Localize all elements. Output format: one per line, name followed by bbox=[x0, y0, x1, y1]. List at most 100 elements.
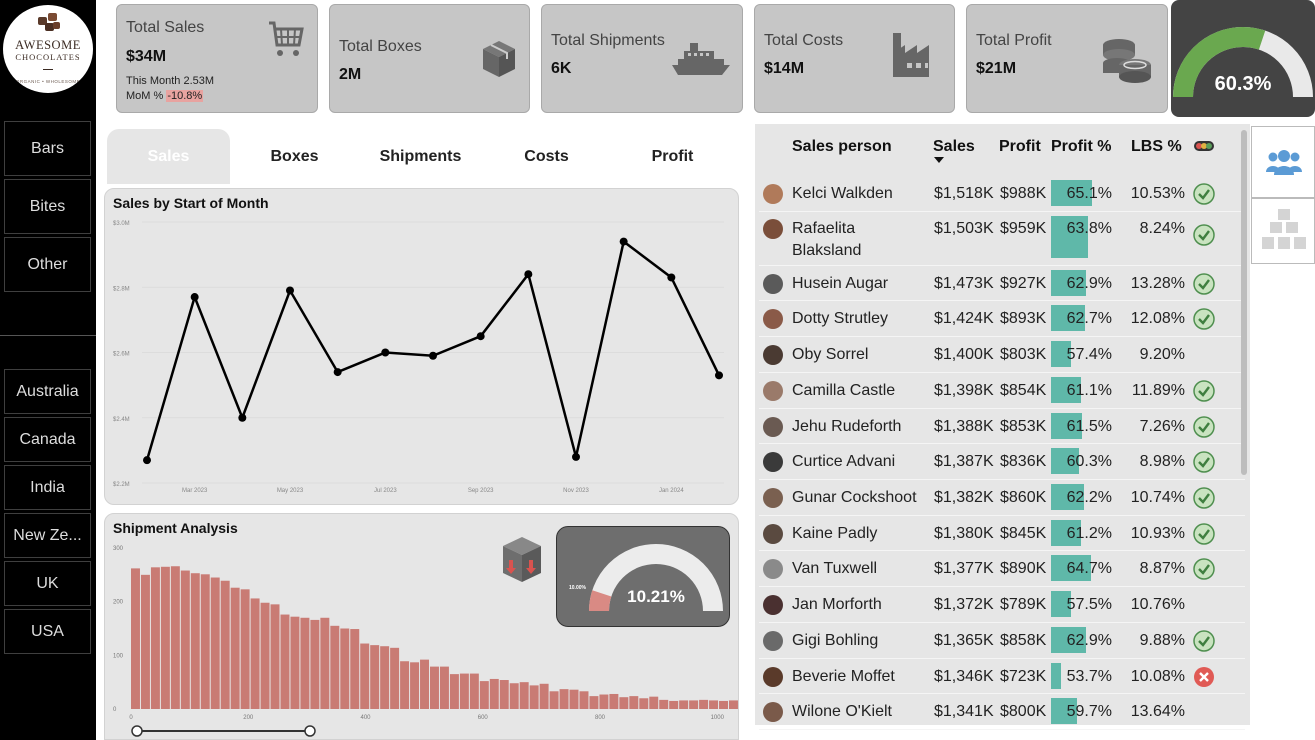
x-tick-label: Jan 2024 bbox=[659, 488, 684, 494]
profit-margin-gauge[interactable]: 60.3% bbox=[1171, 0, 1315, 117]
profit-pct-value: 61.5% bbox=[1066, 417, 1112, 435]
lbs-pct-value: 12.08% bbox=[1130, 310, 1185, 327]
view-products-button[interactable] bbox=[1251, 198, 1315, 264]
table-row[interactable]: Jan Morforth $1,372K $789K 57.5% 10.76% bbox=[759, 587, 1245, 623]
range-slider-handle[interactable] bbox=[131, 725, 143, 737]
histogram-bar bbox=[629, 696, 639, 709]
col-header-person[interactable]: Sales person bbox=[792, 138, 892, 156]
table-row[interactable]: Gunar Cockshoot $1,382K $860K 62.2% 10.74% bbox=[759, 480, 1245, 516]
table-row[interactable]: Wilone O'Kielt $1,341K $800K 59.7% 13.64% bbox=[759, 694, 1245, 730]
histogram-bar bbox=[200, 574, 210, 709]
filter-bars-button[interactable]: Bars bbox=[4, 121, 91, 176]
y-tick-label: $2.4M bbox=[113, 417, 130, 423]
sales-value: $1,424K bbox=[934, 310, 994, 327]
person-name: Camilla Castle bbox=[792, 382, 896, 399]
histogram-bar bbox=[729, 700, 738, 709]
filter-other-button[interactable]: Other bbox=[4, 237, 91, 292]
table-row[interactable]: Oby Sorrel $1,400K $803K 57.4% 9.20% bbox=[759, 337, 1245, 373]
view-people-button[interactable] bbox=[1251, 126, 1315, 198]
col-header-lbs-pct[interactable]: LBS % bbox=[1131, 138, 1182, 156]
filter-australia-button[interactable]: Australia bbox=[4, 369, 91, 414]
gauge-value: 10.21% bbox=[627, 587, 685, 606]
y-tick-label: $3.0M bbox=[113, 221, 130, 227]
filter-india-button[interactable]: India bbox=[4, 465, 91, 510]
kpi-month-label: This Month 2.53M bbox=[126, 75, 215, 87]
tab-profit[interactable]: Profit bbox=[611, 129, 734, 184]
filter-canada-button[interactable]: Canada bbox=[4, 417, 91, 462]
sales-by-month-panel: Sales by Start of Month $2.2M $2.4M $2.6M $… bbox=[104, 188, 739, 505]
lbs-pct-value: 7.26% bbox=[1139, 417, 1185, 435]
histogram-bar bbox=[170, 566, 180, 709]
histogram-bar bbox=[649, 696, 659, 709]
profit-value: $853K bbox=[1000, 417, 1047, 435]
y-tick-label: 300 bbox=[113, 546, 124, 552]
table-row[interactable]: Camilla Castle $1,398K $854K 61.1% 11.89% bbox=[759, 373, 1245, 409]
avatar bbox=[763, 666, 783, 687]
tab-sales[interactable]: Sales bbox=[107, 129, 230, 184]
data-point bbox=[238, 413, 247, 422]
boxes-stack-icon bbox=[1262, 209, 1306, 249]
filter-usa-button[interactable]: USA bbox=[4, 609, 91, 654]
range-slider-handle[interactable] bbox=[304, 725, 316, 737]
kpi-total-costs[interactable]: Total Costs $14M bbox=[754, 4, 955, 113]
table-row[interactable]: Kaine Padly $1,380K $845K 61.2% 10.93% bbox=[759, 516, 1245, 551]
profit-value: $890K bbox=[1000, 560, 1047, 577]
sort-desc-icon[interactable] bbox=[933, 156, 945, 164]
table-row[interactable]: Curtice Advani $1,387K $836K 60.3% 8.98% bbox=[759, 444, 1245, 480]
shipment-gauge-card[interactable]: 10.21% 10.00% bbox=[556, 526, 730, 627]
kpi-title: Total Boxes bbox=[339, 38, 422, 55]
col-header-profit-pct[interactable]: Profit % bbox=[1051, 138, 1111, 156]
filter-bites-button[interactable]: Bites bbox=[4, 179, 91, 234]
histogram-bar bbox=[589, 696, 599, 709]
histogram-bar bbox=[180, 570, 190, 709]
avatar bbox=[763, 702, 783, 722]
x-tick-label: Jul 2023 bbox=[374, 488, 397, 494]
filter-new-zealand-button[interactable]: New Ze... bbox=[4, 513, 91, 558]
check-circle-icon bbox=[1193, 380, 1215, 402]
sales-value: $1,346K bbox=[934, 667, 994, 685]
col-header-profit[interactable]: Profit bbox=[999, 138, 1041, 156]
kpi-title: Total Costs bbox=[764, 32, 844, 49]
histogram-bar bbox=[689, 700, 699, 709]
kpi-value: $34M bbox=[126, 48, 167, 65]
table-row[interactable]: Kelci Walkden $1,518K $988K 65.1% 10.53% bbox=[759, 176, 1245, 212]
profit-pct-value: 65.1% bbox=[1066, 185, 1112, 202]
histogram-bar bbox=[210, 577, 220, 709]
tab-shipments[interactable]: Shipments bbox=[359, 129, 482, 184]
check-circle-icon bbox=[1193, 451, 1215, 473]
histogram-bar bbox=[529, 685, 539, 709]
table-row[interactable]: Van Tuxwell $1,377K $890K 64.7% 8.87% bbox=[759, 551, 1245, 587]
person-name: Oby Sorrel bbox=[792, 346, 869, 363]
check-circle-icon bbox=[1193, 558, 1215, 580]
table-row[interactable]: Husein Augar $1,473K $927K 62.9% 13.28% bbox=[759, 266, 1245, 301]
kpi-total-profit[interactable]: Total Profit $21M bbox=[966, 4, 1168, 113]
profit-pct-value: 59.7% bbox=[1066, 703, 1112, 720]
lbs-pct-value: 11.89% bbox=[1131, 382, 1185, 399]
tab-boxes[interactable]: Boxes bbox=[233, 129, 356, 184]
histogram-bar bbox=[539, 683, 549, 709]
histogram-bar bbox=[599, 694, 609, 709]
filter-uk-button[interactable]: UK bbox=[4, 561, 91, 606]
table-row[interactable]: Rafaelita Blaksland $1,503K $959K 63.8% 8.24% bbox=[759, 212, 1245, 266]
histogram-bar bbox=[410, 662, 420, 709]
kpi-total-boxes[interactable]: Total Boxes 2M bbox=[329, 4, 530, 113]
person-name: Gunar Cockshoot bbox=[792, 489, 917, 506]
col-header-sales[interactable]: Sales bbox=[933, 138, 975, 156]
histogram-bar bbox=[280, 614, 290, 709]
table-row[interactable]: Dotty Strutley $1,424K $893K 62.7% 12.08% bbox=[759, 301, 1245, 337]
sales-value: $1,400K bbox=[934, 346, 994, 363]
histogram-bar bbox=[140, 574, 150, 709]
kpi-total-sales[interactable]: Total Sales $34M This Month 2.53M MoM % … bbox=[116, 4, 318, 113]
table-row[interactable]: Gigi Bohling $1,365K $858K 62.9% 9.88% bbox=[759, 623, 1245, 659]
kpi-value: $21M bbox=[976, 60, 1017, 77]
table-row[interactable]: Beverie Moffet $1,346K $723K 53.7% 10.08% bbox=[759, 659, 1245, 694]
table-row[interactable]: Jehu Rudeforth $1,388K $853K 61.5% 7.26% bbox=[759, 409, 1245, 444]
histogram-bar bbox=[430, 666, 439, 709]
tab-costs[interactable]: Costs bbox=[485, 129, 608, 184]
kpi-total-shipments[interactable]: Total Shipments 6K bbox=[541, 4, 743, 113]
profit-pct-value: 63.8% bbox=[1066, 220, 1112, 237]
data-point bbox=[429, 351, 437, 360]
histogram-bar bbox=[250, 598, 260, 709]
table-scrollbar[interactable] bbox=[1241, 130, 1247, 475]
check-circle-icon bbox=[1193, 487, 1215, 509]
